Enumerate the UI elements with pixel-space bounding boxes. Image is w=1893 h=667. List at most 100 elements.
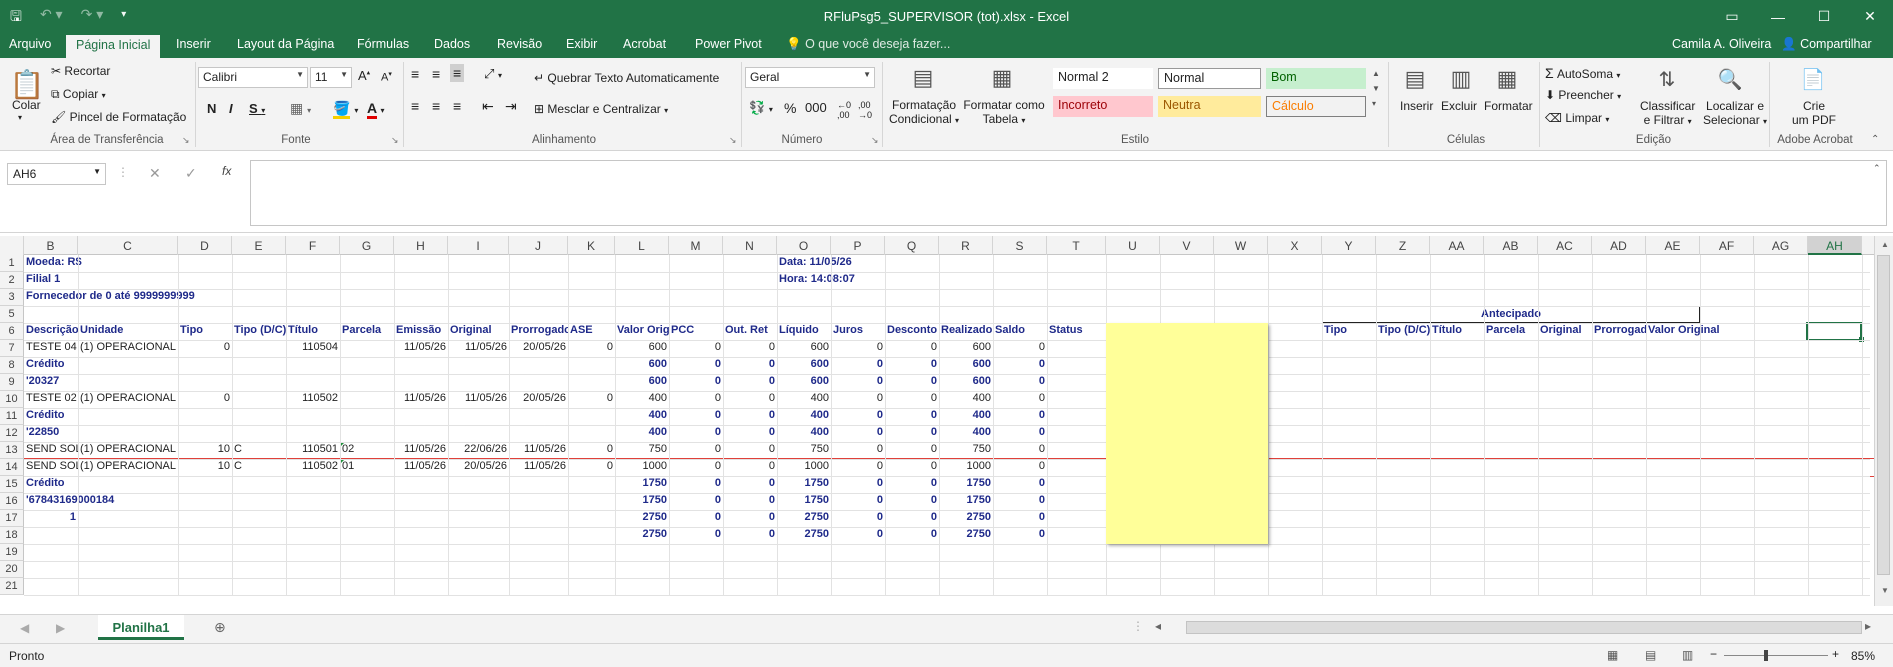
column-header[interactable]: U [1106,236,1160,255]
zoom-slider-thumb[interactable] [1764,650,1768,661]
data-cell[interactable]: 0 [723,527,777,544]
data-cell[interactable]: 0 [993,357,1047,374]
page-break-icon[interactable]: ▥ [1682,648,1693,662]
data-cell[interactable]: 600 [777,340,831,357]
data-cell[interactable]: 1000 [777,459,831,476]
header-cell[interactable]: Status [1047,323,1106,340]
style-normal[interactable]: Normal [1158,68,1261,89]
data-cell[interactable]: 110501 [286,442,340,459]
row-header[interactable]: 3 [0,289,24,306]
active-cell[interactable] [1806,322,1862,341]
data-cell[interactable]: 0 [993,391,1047,408]
data-cell[interactable]: 750 [615,442,669,459]
find-select-icon[interactable]: 🔍 [1715,64,1745,94]
data-cell[interactable]: 1750 [777,476,831,493]
data-cell[interactable]: 2750 [939,527,993,544]
align-middle-icon[interactable]: ≡ [432,66,440,82]
enter-icon[interactable]: ✓ [185,165,197,182]
header-cell[interactable]: Valor Original [1646,323,1722,340]
column-header[interactable]: P [831,236,885,255]
header-cell[interactable]: Título [286,323,340,340]
data-cell[interactable]: 600 [939,374,993,391]
data-cell[interactable]: 0 [885,408,939,425]
percent-icon[interactable]: % [784,100,796,116]
data-cell[interactable]: 1750 [615,476,669,493]
format-cells-button[interactable]: Formatar [1484,99,1533,113]
conditional-format-button[interactable]: Formatação Condicional ▾ [888,98,960,128]
data-cell[interactable]: 2750 [777,527,831,544]
normal-view-icon[interactable]: ▦ [1607,648,1618,662]
data-cell[interactable]: 20/05/26 [509,340,568,357]
data-cell[interactable]: 0 [993,374,1047,391]
data-cell[interactable]: 0 [885,357,939,374]
column-header[interactable]: S [993,236,1047,255]
data-cell[interactable]: 11/05/26 [394,391,448,408]
data-cell[interactable]: 0 [831,527,885,544]
tab-dados[interactable]: Dados [434,37,470,51]
user-name[interactable]: Camila A. Oliveira [1672,37,1771,51]
header-cell[interactable]: Título [1430,323,1484,340]
data-cell[interactable]: 0 [831,408,885,425]
vscroll-down-icon[interactable]: ▼ [1879,585,1891,602]
bold-icon[interactable]: N [207,101,216,116]
row-header[interactable]: 2 [0,272,24,289]
data-cell[interactable]: 0 [669,374,723,391]
style-normal2[interactable]: Normal 2 [1053,68,1153,89]
data-cell[interactable]: 0 [723,493,777,510]
hscroll-left-icon[interactable]: ◂ [1155,619,1161,633]
header-cell[interactable]: Tipo (D/C) [1376,323,1430,340]
data-cell[interactable]: 0 [885,459,939,476]
align-top-icon[interactable]: ≡ [411,66,419,82]
column-header[interactable]: T [1047,236,1106,255]
column-header[interactable]: AA [1430,236,1484,255]
shrink-font-icon[interactable]: A▾ [381,70,392,84]
data-cell[interactable]: 0 [669,527,723,544]
data-cell[interactable]: 0 [669,425,723,442]
data-cell[interactable]: 0 [993,493,1047,510]
tell-me-box[interactable]: 💡 O que você deseja fazer... [786,37,950,52]
data-cell[interactable]: (1) OPERACIONAL [78,442,178,459]
data-cell[interactable]: 0 [885,493,939,510]
page-layout-icon[interactable]: ▤ [1645,648,1656,662]
row-header[interactable]: 7 [0,340,24,357]
column-header[interactable]: R [939,236,993,255]
fill-color-icon[interactable]: 🪣 ▾ [333,100,358,119]
data-cell[interactable]: 0 [669,442,723,459]
paste-dropdown-icon[interactable]: ▾ [18,113,22,122]
data-cell[interactable]: 110502 [286,391,340,408]
header-cell[interactable]: Desconto [885,323,939,340]
header-cell[interactable]: Realizado [939,323,993,340]
worksheet-grid[interactable]: B C D E F G H I J K L M N O P Q R S T U V W X Y Z AA AB AC AD AE AF AG A… [0,233,1893,614]
row-header[interactable]: 15 [0,476,24,493]
data-cell[interactable]: 0 [723,340,777,357]
formula-input[interactable] [250,160,1887,226]
row-header[interactable]: 13 [0,442,24,459]
tab-pagina-inicial[interactable]: Página Inicial [66,35,161,58]
column-header[interactable]: C [78,236,178,255]
header-cell[interactable]: Unidade [78,323,178,340]
sort-filter-button[interactable]: Classificar e Filtrar ▾ [1640,99,1695,129]
row-header[interactable]: 18 [0,527,24,544]
cancel-icon[interactable]: ✕ [149,165,161,182]
data-cell[interactable]: C [232,459,244,476]
data-cell[interactable]: 0 [723,374,777,391]
column-header[interactable]: I [448,236,509,255]
column-header[interactable]: E [232,236,286,255]
delete-cells-button[interactable]: Excluir [1441,99,1477,113]
column-header[interactable]: B [24,236,78,255]
data-cell[interactable]: 0 [831,357,885,374]
data-cell[interactable]: 0 [831,425,885,442]
fill-button[interactable]: ⬇ Preencher ▾ [1545,88,1621,102]
header-cell[interactable]: Parcela [340,323,394,340]
data-cell[interactable]: '20327 [24,374,61,391]
column-header[interactable]: L [615,236,669,255]
alignment-launcher-icon[interactable]: ↘ [729,135,737,146]
tab-revisao[interactable]: Revisão [497,37,542,51]
data-cell[interactable]: 0 [993,527,1047,544]
header-cell[interactable]: Emissão [394,323,448,340]
data-cell[interactable]: 0 [723,357,777,374]
tab-formulas[interactable]: Fórmulas [357,37,409,51]
prev-sheet-icon[interactable]: ◀ [20,621,29,635]
format-table-icon[interactable]: ▦ [987,63,1017,93]
style-bom[interactable]: Bom [1266,68,1366,89]
